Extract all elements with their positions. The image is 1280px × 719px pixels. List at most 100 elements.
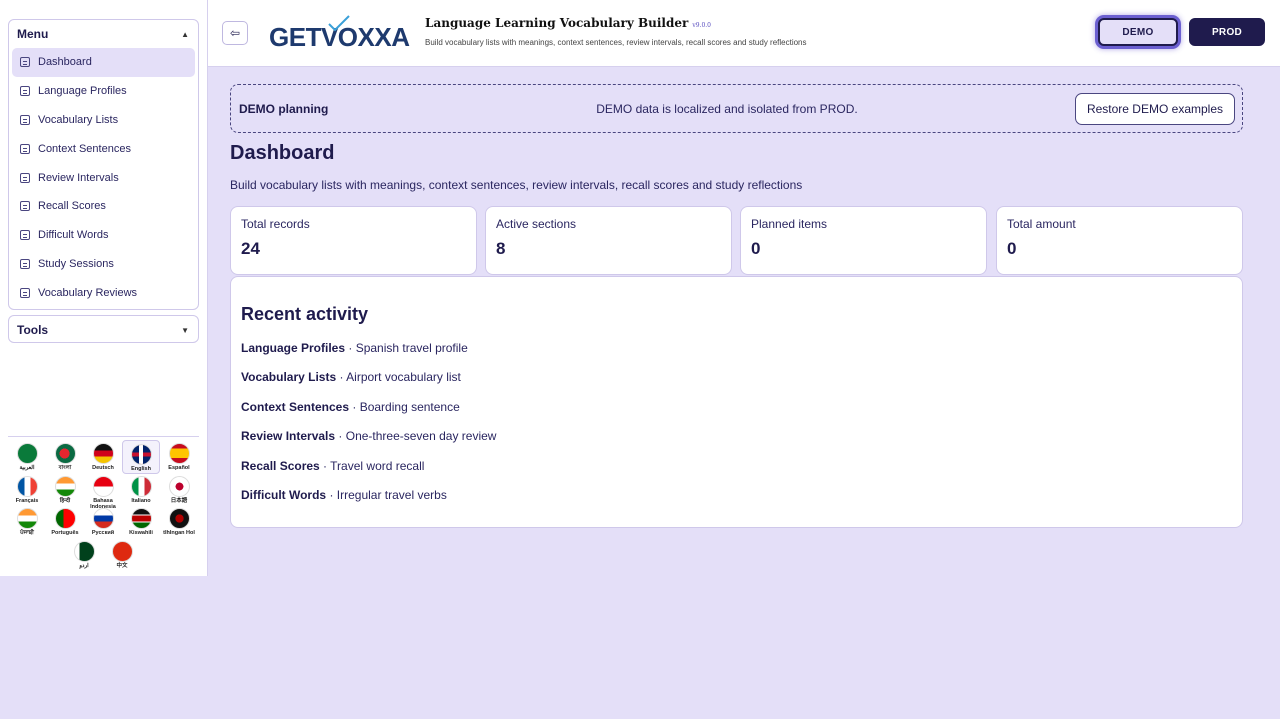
activity-row: Vocabulary Lists · Airport vocabulary li… <box>241 370 461 385</box>
activity-section: Recall Scores <box>241 458 320 473</box>
banner-label: DEMO planning <box>239 101 329 116</box>
language-selector: العربية বাংলা Deutsch English Español Fr… <box>8 436 199 576</box>
activity-section: Review Intervals <box>241 429 336 444</box>
china-flag-icon <box>111 541 133 562</box>
chevron-up-icon[interactable]: ▲ <box>181 30 189 39</box>
language-french[interactable]: Français <box>8 476 46 504</box>
stat-label: Total amount <box>1007 217 1076 231</box>
language-swahili[interactable]: Kiswahili <box>122 508 160 536</box>
activity-row: Difficult Words · Irregular travel verbs <box>241 487 447 502</box>
sidebar-item-label: Language Profiles <box>38 85 127 98</box>
sidebar-item-vocabulary-lists[interactable]: Vocabulary Lists <box>12 106 195 135</box>
app-version: v9.0.0 <box>692 22 711 29</box>
activity-title: Recent activity <box>241 304 369 324</box>
document-icon <box>20 143 30 154</box>
sidebar-item-label: Vocabulary Lists <box>38 113 119 126</box>
language-bengali[interactable]: বাংলা <box>46 443 84 471</box>
sidebar-item-dashboard[interactable]: Dashboard <box>12 48 195 77</box>
india-flag-icon <box>54 476 76 497</box>
language-urdu[interactable]: اردو <box>65 541 103 569</box>
tools-panel[interactable]: Tools ▼ <box>8 315 199 343</box>
bangladesh-flag-icon <box>54 443 76 464</box>
sidebar-item-context-sentences[interactable]: Context Sentences <box>12 134 195 163</box>
prod-button[interactable]: PROD <box>1189 18 1265 46</box>
language-spanish[interactable]: Español <box>160 443 198 471</box>
saudi-flag-icon <box>16 443 38 464</box>
germany-flag-icon <box>92 443 114 464</box>
chevron-down-icon[interactable]: ▼ <box>181 326 189 335</box>
top-header: ⇦ GETVOXXA Language Learning Vocabulary … <box>208 0 1280 67</box>
sidebar-item-language-profiles[interactable]: Language Profiles <box>12 77 195 106</box>
recent-activity-panel: Recent activity Language Profiles · Span… <box>230 276 1243 528</box>
stat-card-total-amount: Total amount 0 <box>996 206 1243 275</box>
sidebar-item-label: Review Intervals <box>38 171 119 184</box>
document-icon <box>20 172 30 183</box>
language-japanese[interactable]: 日本語 <box>160 476 198 504</box>
app-subtitle: Build vocabulary lists with meanings, co… <box>425 38 807 47</box>
indonesia-flag-icon <box>92 476 114 497</box>
app-title: Language Learning Vocabulary Builder v9.0… <box>425 16 711 30</box>
menu-panel-header[interactable]: Menu ▲ <box>9 20 198 48</box>
sidebar-item-label: Vocabulary Reviews <box>38 286 138 299</box>
document-icon <box>20 230 30 241</box>
sidebar-item-vocabulary-reviews[interactable]: Vocabulary Reviews <box>12 278 195 307</box>
language-arabic[interactable]: العربية <box>8 443 46 471</box>
sidebar-item-label: Context Sentences <box>38 142 131 155</box>
activity-row: Language Profiles · Spanish travel profi… <box>241 341 468 355</box>
document-icon <box>20 287 30 298</box>
activity-row: Review Intervals · One-three-seven day r… <box>241 429 497 444</box>
language-italian[interactable]: Italiano <box>122 476 160 504</box>
sidebar: Menu ▲ Dashboard Language Profiles Vocab… <box>0 0 208 576</box>
activity-row: Recall Scores · Travel word recall <box>241 458 425 473</box>
menu-list: Dashboard Language Profiles Vocabulary L… <box>9 48 198 307</box>
document-icon <box>20 258 30 269</box>
india-flag-icon <box>16 508 38 529</box>
language-english[interactable]: English <box>122 440 160 474</box>
france-flag-icon <box>16 476 38 497</box>
activity-section: Language Profiles <box>241 341 346 355</box>
activity-section: Context Sentences <box>241 399 350 414</box>
activity-section: Vocabulary Lists <box>241 370 337 385</box>
language-russian[interactable]: Русский <box>84 508 122 536</box>
language-punjabi[interactable]: ਪੰਜਾਬੀ <box>8 508 46 536</box>
sidebar-item-study-sessions[interactable]: Study Sessions <box>12 250 195 279</box>
document-icon <box>20 86 30 97</box>
collapse-sidebar-button[interactable]: ⇦ <box>222 21 248 45</box>
activity-detail: Travel word recall <box>330 458 425 473</box>
language-indonesian[interactable]: Bahasa Indonesia <box>84 476 122 510</box>
stat-label: Planned items <box>751 217 828 231</box>
sidebar-item-label: Dashboard <box>38 56 92 69</box>
stat-card-active-sections: Active sections 8 <box>485 206 732 275</box>
activity-row: Context Sentences · Boarding sentence <box>241 399 460 414</box>
demo-button[interactable]: DEMO <box>1098 18 1178 46</box>
document-icon <box>20 114 30 125</box>
stat-label: Total records <box>241 217 310 231</box>
language-chinese[interactable]: 中文 <box>103 541 141 569</box>
language-klingon[interactable]: tlhIngan Hol <box>160 508 198 536</box>
language-portuguese[interactable]: Português <box>46 508 84 536</box>
japan-flag-icon <box>168 476 190 497</box>
collapse-menu-icon: ⇦ <box>229 26 241 40</box>
sidebar-item-review-intervals[interactable]: Review Intervals <box>12 163 195 192</box>
activity-detail: Spanish travel profile <box>355 341 468 355</box>
language-german[interactable]: Deutsch <box>84 443 122 471</box>
sidebar-item-recall-scores[interactable]: Recall Scores <box>12 192 195 221</box>
restore-demo-button[interactable]: Restore DEMO examples <box>1074 92 1235 125</box>
stat-value: 24 <box>241 239 260 258</box>
tools-panel-header[interactable]: Tools ▼ <box>9 316 198 344</box>
demo-banner: DEMO planning DEMO data is localized and… <box>230 84 1243 133</box>
logo-check-icon <box>328 15 350 32</box>
sidebar-item-label: Difficult Words <box>38 229 109 242</box>
stat-value: 0 <box>1007 239 1017 258</box>
portugal-flag-icon <box>54 508 76 529</box>
uk-flag-icon <box>130 444 152 465</box>
pakistan-flag-icon <box>73 541 95 562</box>
language-hindi[interactable]: हिन्दी <box>46 476 84 504</box>
stat-value: 0 <box>751 239 761 258</box>
activity-detail: Irregular travel verbs <box>336 487 447 502</box>
sidebar-item-difficult-words[interactable]: Difficult Words <box>12 221 195 250</box>
stat-value: 8 <box>496 239 506 258</box>
page-subtitle: Build vocabulary lists with meanings, co… <box>230 178 803 192</box>
kenya-flag-icon <box>130 508 152 529</box>
spain-flag-icon <box>168 443 190 464</box>
